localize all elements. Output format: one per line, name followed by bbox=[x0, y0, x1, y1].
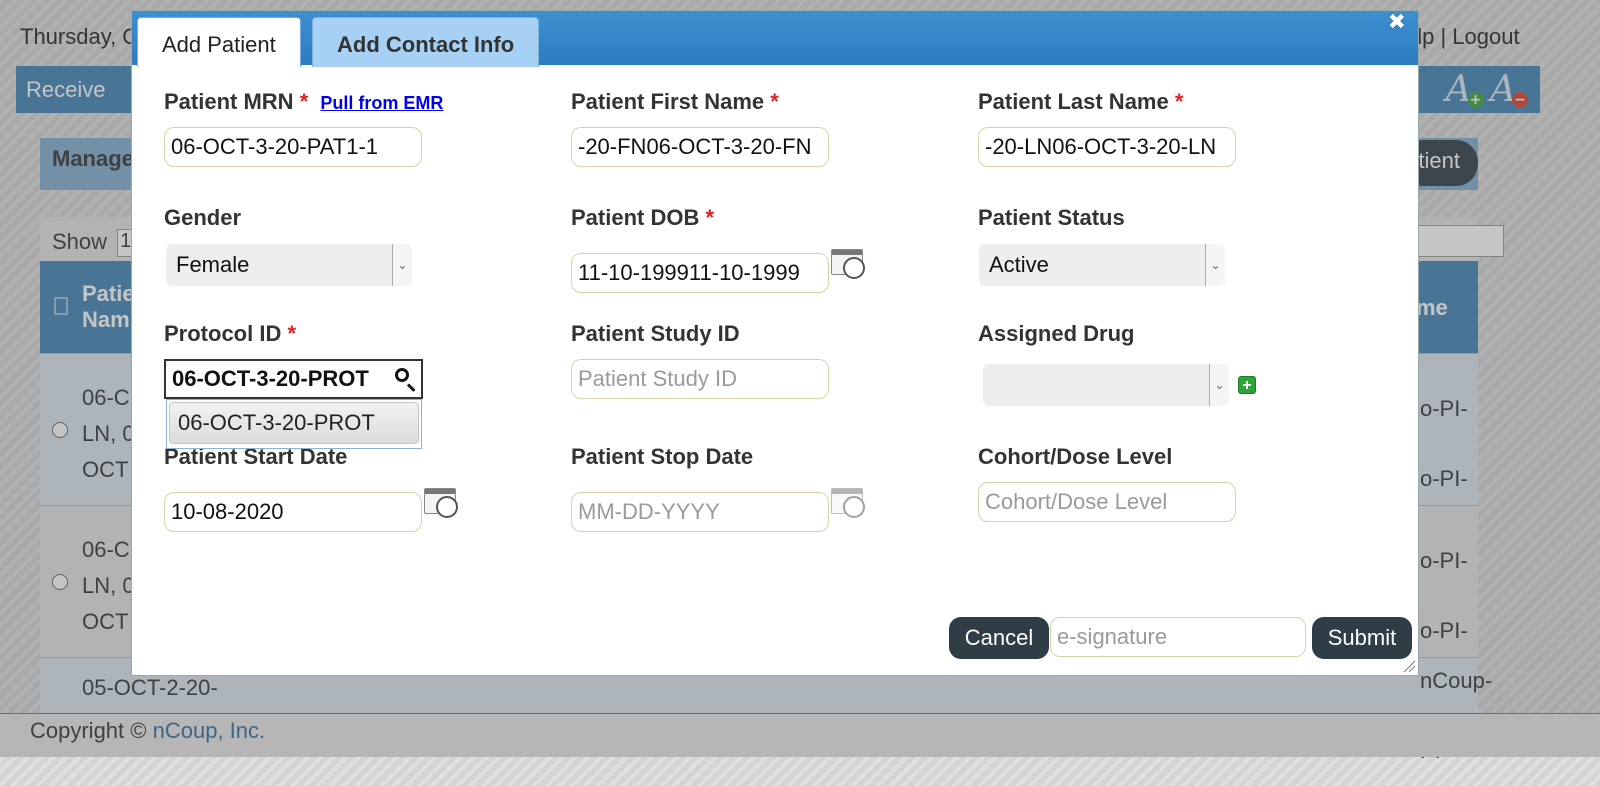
calendar-icon[interactable] bbox=[831, 249, 865, 279]
first-name-label-text: Patient First Name bbox=[571, 89, 765, 114]
cancel-button[interactable]: Cancel bbox=[949, 617, 1049, 659]
protocol-id-input[interactable]: 06-OCT-3-20-PROT bbox=[164, 359, 423, 399]
mrn-label: Patient MRN * Pull from EMR bbox=[164, 89, 443, 115]
assigned-drug-select[interactable]: ⌄ bbox=[983, 364, 1229, 406]
submit-button[interactable]: Submit bbox=[1312, 617, 1412, 659]
required-marker: * bbox=[299, 89, 309, 114]
status-label: Patient Status bbox=[978, 205, 1125, 230]
resize-handle-icon[interactable] bbox=[1402, 659, 1416, 673]
esignature-input[interactable]: e-signature bbox=[1050, 617, 1306, 657]
dob-label-text: Patient DOB bbox=[571, 205, 700, 230]
last-name-label-text: Patient Last Name bbox=[978, 89, 1169, 114]
start-date-input[interactable]: 10-08-2020 bbox=[164, 492, 422, 532]
gender-value: Female bbox=[176, 252, 250, 277]
first-name-label: Patient First Name * bbox=[571, 89, 779, 115]
gender-select[interactable]: Female ⌄ bbox=[166, 244, 412, 286]
search-icon[interactable] bbox=[395, 368, 417, 392]
required-marker: * bbox=[705, 205, 715, 230]
calendar-icon[interactable] bbox=[831, 488, 865, 518]
calendar-icon[interactable] bbox=[424, 488, 458, 518]
assigned-drug-label: Assigned Drug bbox=[978, 321, 1135, 346]
status-value: Active bbox=[989, 252, 1049, 277]
add-patient-dialog: ✖ Add Patient Add Contact Info Patient M… bbox=[131, 10, 1419, 676]
required-marker: * bbox=[287, 321, 297, 346]
dob-input[interactable]: 11-10-199911-10-1999 bbox=[571, 253, 829, 293]
protocol-suggestion-item[interactable]: 06-OCT-3-20-PROT bbox=[169, 402, 419, 444]
cohort-input[interactable]: Cohort/Dose Level bbox=[978, 482, 1236, 522]
tab-add-contact-info[interactable]: Add Contact Info bbox=[312, 17, 540, 67]
last-name-label: Patient Last Name * bbox=[978, 89, 1183, 115]
close-icon[interactable]: ✖ bbox=[1388, 11, 1406, 33]
chevron-down-icon[interactable]: ⌄ bbox=[1205, 244, 1225, 286]
stop-date-input[interactable]: MM-DD-YYYY bbox=[571, 492, 829, 532]
pull-from-emr-link[interactable]: Pull from EMR bbox=[320, 93, 443, 113]
required-marker: * bbox=[770, 89, 779, 114]
protocol-id-value: 06-OCT-3-20-PROT bbox=[172, 366, 369, 391]
status-select[interactable]: Active ⌄ bbox=[979, 244, 1225, 286]
mrn-label-text: Patient MRN bbox=[164, 89, 294, 114]
chevron-down-icon[interactable]: ⌄ bbox=[1209, 364, 1229, 406]
study-id-label: Patient Study ID bbox=[571, 321, 740, 346]
cohort-label: Cohort/Dose Level bbox=[978, 444, 1173, 469]
mrn-input[interactable]: 06-OCT-3-20-PAT1-1 bbox=[164, 127, 422, 167]
gender-label: Gender bbox=[164, 205, 242, 230]
last-name-input[interactable]: -20-LN06-OCT-3-20-LN bbox=[978, 127, 1236, 167]
chevron-down-icon[interactable]: ⌄ bbox=[392, 244, 412, 286]
stop-date-label: Patient Stop Date bbox=[571, 444, 754, 469]
first-name-input[interactable]: -20-FN06-OCT-3-20-FN bbox=[571, 127, 829, 167]
required-marker: * bbox=[1174, 89, 1184, 114]
add-drug-icon[interactable]: + bbox=[1238, 376, 1256, 394]
protocol-label: Protocol ID * bbox=[164, 321, 296, 347]
protocol-suggestions: 06-OCT-3-20-PROT bbox=[166, 399, 422, 449]
tab-add-patient[interactable]: Add Patient bbox=[137, 17, 301, 67]
protocol-label-text: Protocol ID bbox=[164, 321, 282, 346]
study-id-input[interactable]: Patient Study ID bbox=[571, 359, 829, 399]
dob-label: Patient DOB * bbox=[571, 205, 714, 231]
